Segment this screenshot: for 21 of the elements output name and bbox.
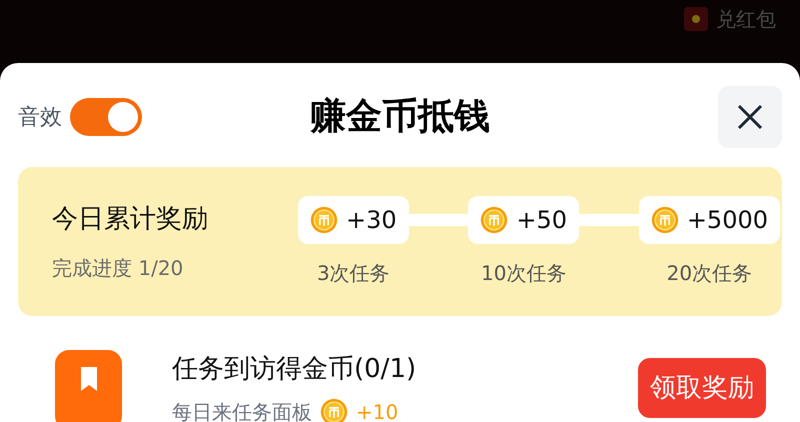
milestone-amount: +50 — [516, 204, 568, 236]
dialog-title: 赚金币抵钱 — [310, 95, 490, 139]
sound-label: 音效 — [18, 104, 62, 132]
milestone-label: 10次任务 — [481, 260, 566, 286]
close-button[interactable] — [718, 86, 782, 148]
coin-icon — [650, 206, 679, 234]
reward-title: 今日累计奖励 — [52, 203, 209, 236]
coin-icon — [480, 206, 508, 234]
milestone-amount: +5000 — [686, 204, 768, 236]
redeem-link[interactable]: 兑红包 — [716, 4, 776, 34]
milestone-label: 3次任务 — [316, 260, 390, 286]
milestone-amount: +30 — [346, 204, 397, 236]
coin-icon — [310, 206, 338, 234]
task-title: 任务到访得金币(0/1) — [172, 353, 416, 386]
sound-toggle[interactable] — [70, 98, 142, 136]
task-subtitle: 每日来任务面板 — [172, 399, 312, 422]
claim-button[interactable]: 领取奖励 — [638, 358, 766, 418]
task-reward: +10 — [356, 399, 398, 422]
close-icon — [737, 104, 763, 130]
progress-text: 完成进度 1/20 — [52, 255, 184, 282]
milestone-label: 20次任务 — [666, 260, 752, 286]
